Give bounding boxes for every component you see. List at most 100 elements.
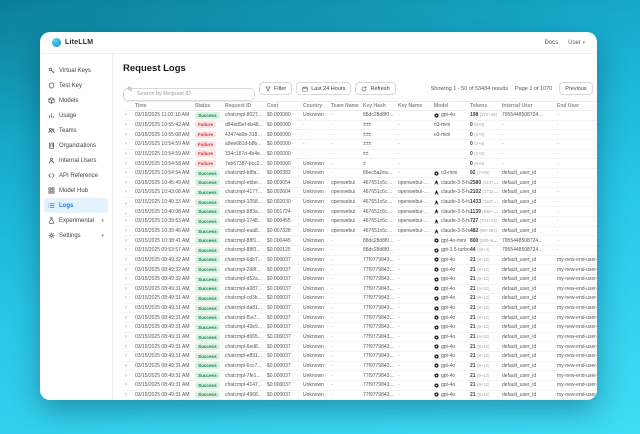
sidebar-item-settings[interactable]: Settings▾: [44, 228, 108, 243]
expand-chevron-icon[interactable]: ›: [123, 295, 135, 301]
user-menu[interactable]: User ▾: [568, 40, 585, 46]
table-row[interactable]: ›03/15/2025 10:55:42 AMFailured84ad5ef-e…: [123, 121, 597, 131]
openai-icon: [434, 335, 439, 340]
expand-chevron-icon[interactable]: ›: [123, 199, 135, 205]
team-name-cell: openwebui: [331, 199, 363, 205]
table-row[interactable]: ›03/15/2025 08:49:32 AMSuccesschatcmpl-2…: [123, 265, 597, 275]
table-row[interactable]: ›03/15/2025 10:38:41 AMSuccesschatcmpl-8…: [123, 236, 597, 246]
sidebar-item-logs[interactable]: Logs: [44, 198, 108, 213]
expand-chevron-icon[interactable]: ›: [123, 218, 135, 224]
model-name: gpt-4o: [441, 267, 455, 273]
table-row[interactable]: ›03/15/2025 08:49:31 AMSuccesschatcmpl-6…: [123, 362, 597, 372]
expand-chevron-icon[interactable]: ›: [123, 141, 135, 147]
expand-chevron-icon[interactable]: ›: [123, 247, 135, 253]
expand-chevron-icon[interactable]: ›: [123, 238, 135, 244]
table-row[interactable]: ›03/15/2025 08:49:31 AMSuccesschatcmpl-4…: [123, 323, 597, 333]
table-row[interactable]: ›03/15/2025 08:49:31 AMSuccesschatcmpl-a…: [123, 285, 597, 295]
table-row[interactable]: ›03/15/2025 08:49:31 AMSuccesschatcmpl-4…: [123, 391, 597, 400]
table-row[interactable]: ›03/15/2025 09:53:57 AMSuccesschatcmpl-8…: [123, 246, 597, 256]
sidebar-item-virtual-keys[interactable]: Virtual Keys: [44, 63, 108, 78]
status-badge: Failure: [195, 131, 225, 138]
expand-chevron-icon[interactable]: ›: [123, 324, 135, 330]
cost-cell: $0.000037: [267, 344, 303, 350]
internal-user-cell: default_user_id: [502, 373, 557, 379]
expand-chevron-icon[interactable]: ›: [123, 334, 135, 340]
expand-chevron-icon[interactable]: ›: [123, 373, 135, 379]
app-logo[interactable]: LiteLLM: [52, 38, 93, 47]
table-row[interactable]: ›03/15/2025 08:49:32 AMSuccesschatcmpl-6…: [123, 256, 597, 266]
sidebar-item-models[interactable]: Models: [44, 93, 108, 108]
tokens-cell: 0 (0+0): [470, 141, 502, 147]
sidebar-item-organizations[interactable]: Organizations: [44, 138, 108, 153]
table-row[interactable]: ›03/15/2025 08:49:31 AMSuccesschatcmpl-c…: [123, 294, 597, 304]
docs-link[interactable]: Docs: [544, 40, 558, 46]
expand-chevron-icon[interactable]: ›: [123, 276, 135, 282]
sidebar-item-internal-users[interactable]: Internal Users: [44, 153, 108, 168]
sidebar-item-api-reference[interactable]: API Reference: [44, 168, 108, 183]
sidebar-item-model-hub[interactable]: Model Hub: [44, 183, 108, 198]
table-row[interactable]: ›03/15/2025 08:49:31 AMSuccesschatcmpl-f…: [123, 313, 597, 323]
team-name-cell: -: [331, 334, 363, 340]
expand-chevron-icon[interactable]: ›: [123, 228, 135, 234]
table-row[interactable]: ›03/15/2025 10:54:59 AMFailure334c187d-4…: [123, 150, 597, 160]
table-row[interactable]: ›03/15/2025 10:54:58 AMFailure7eb67387-b…: [123, 159, 597, 169]
internal-user-cell: default_user_id: [502, 276, 557, 282]
expand-chevron-icon[interactable]: ›: [123, 189, 135, 195]
table-row[interactable]: ›03/15/2025 08:49:31 AMSuccesschatcmpl-6…: [123, 342, 597, 352]
expand-chevron-icon[interactable]: ›: [123, 286, 135, 292]
filter-button[interactable]: Filter: [259, 82, 292, 95]
expand-chevron-icon[interactable]: ›: [123, 170, 135, 176]
refresh-button[interactable]: Refresh: [355, 82, 395, 95]
expand-chevron-icon[interactable]: ›: [123, 353, 135, 359]
table-row[interactable]: ›03/15/2025 10:39:46 AMSuccesschatcmpl-e…: [123, 227, 597, 237]
table-row[interactable]: ›03/15/2025 08:49:31 AMSuccesschatcmpl-4…: [123, 381, 597, 391]
table-row[interactable]: ›03/15/2025 10:45:49 AMSuccesschatcmpl-e…: [123, 178, 597, 188]
end-user-cell: -: [557, 247, 597, 253]
expand-chevron-icon[interactable]: ›: [123, 257, 135, 263]
expand-chevron-icon[interactable]: ›: [123, 122, 135, 128]
sidebar-item-teams[interactable]: Teams: [44, 123, 108, 138]
openai-icon: [434, 354, 439, 359]
table-row[interactable]: ›03/15/2025 08:49:31 AMSuccesschatcmpl-d…: [123, 304, 597, 314]
expand-chevron-icon[interactable]: ›: [123, 392, 135, 398]
expand-chevron-icon[interactable]: ›: [123, 112, 135, 118]
sidebar-item-experimental[interactable]: Experimental▾: [44, 213, 108, 228]
table-row[interactable]: ›03/15/2025 10:40:33 AMSuccesschatcmpl-1…: [123, 198, 597, 208]
country-cell: Unknown: [303, 170, 331, 176]
cost-cell: $0.000037: [267, 315, 303, 321]
table-row[interactable]: ›03/15/2025 08:49:31 AMSuccesschatcmpl-7…: [123, 371, 597, 381]
end-user-cell: my-new-end-user-7: [557, 334, 597, 340]
teams-icon: [48, 127, 55, 134]
table-row[interactable]: ›03/15/2025 10:55:08 AMFailure43474a9b-3…: [123, 130, 597, 140]
expand-chevron-icon[interactable]: ›: [123, 382, 135, 388]
expand-chevron-icon[interactable]: ›: [123, 315, 135, 321]
expand-chevron-icon[interactable]: ›: [123, 132, 135, 138]
key-name-cell: -: [398, 295, 434, 301]
previous-page-button[interactable]: Previous: [559, 82, 592, 95]
model-cell: claude-3-5-hai...: [434, 228, 470, 234]
expand-chevron-icon[interactable]: ›: [123, 305, 135, 311]
search-input[interactable]: [123, 88, 255, 101]
time-range-button[interactable]: Last 24 Hours: [296, 82, 351, 95]
expand-chevron-icon[interactable]: ›: [123, 161, 135, 167]
tokens-cell: 21 (9+12): [470, 315, 502, 321]
expand-chevron-icon[interactable]: ›: [123, 151, 135, 157]
sidebar-item-test-key[interactable]: Test Key: [44, 78, 108, 93]
team-name-cell: openwebui: [331, 189, 363, 195]
column-header-team-name: Team Name: [331, 103, 363, 109]
expand-chevron-icon[interactable]: ›: [123, 267, 135, 273]
table-row[interactable]: ›03/15/2025 10:54:59 AMFailurea9ee681d-b…: [123, 140, 597, 150]
table-row[interactable]: ›03/15/2025 08:49:32 AMSuccesschatcmpl-d…: [123, 275, 597, 285]
table-row[interactable]: ›03/15/2025 10:40:08 AMSuccesschatcmpl-8…: [123, 207, 597, 217]
table-row[interactable]: ›03/15/2025 10:43:08 AMSuccesschatcmpl-4…: [123, 188, 597, 198]
expand-chevron-icon[interactable]: ›: [123, 180, 135, 186]
table-row[interactable]: ›03/15/2025 11:02:10 AMSuccesschatcmpl-8…: [123, 111, 597, 121]
table-row[interactable]: ›03/15/2025 08:49:31 AMSuccesschatcmpl-e…: [123, 352, 597, 362]
expand-chevron-icon[interactable]: ›: [123, 344, 135, 350]
table-row[interactable]: ›03/15/2025 08:49:31 AMSuccesschatcmpl-d…: [123, 333, 597, 343]
table-row[interactable]: ›03/15/2025 10:54:54 AMSuccesschatcmpl-b…: [123, 169, 597, 179]
expand-chevron-icon[interactable]: ›: [123, 209, 135, 215]
sidebar-item-usage[interactable]: Usage: [44, 108, 108, 123]
expand-chevron-icon[interactable]: ›: [123, 363, 135, 369]
table-row[interactable]: ›03/15/2025 10:39:53 AMSuccesschatcmpl-1…: [123, 217, 597, 227]
